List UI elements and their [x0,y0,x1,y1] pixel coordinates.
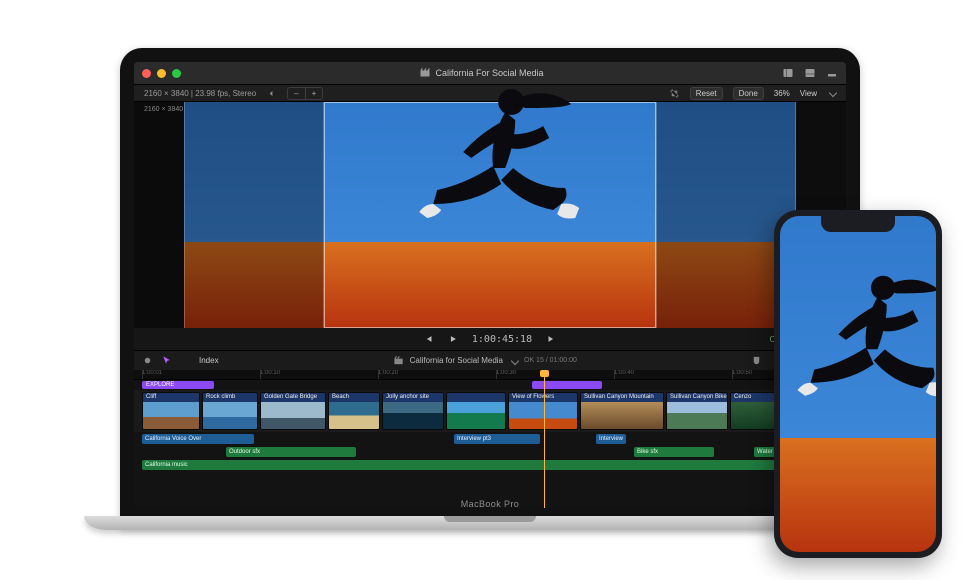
done-button[interactable]: Done [733,87,764,100]
clip-label: Rock climb [203,393,257,402]
ruler-label: 1:00:10 [260,370,280,376]
audio-track-dialogue[interactable]: California Voice Over Interview pt3 Interv… [134,433,846,445]
snapping-icon[interactable] [751,355,762,366]
audio-track-music[interactable]: California music [134,459,846,471]
clip-label: Sullivan Canyon Bike 360 [667,393,727,402]
crop-icon[interactable] [669,88,680,99]
fullscreen-icon[interactable] [172,69,181,78]
ruler-label: 1:00:40 [614,370,634,376]
canvas[interactable] [184,102,796,328]
ruler-label: 1:00:01 [142,370,162,376]
runner-figure [780,264,936,441]
audio-clip[interactable]: Interview pt3 [454,434,540,444]
viewer: 2160 × 3840 | 23.98 fps, Stereo [134,102,846,328]
video-clip[interactable]: Golden Gate Bridge [260,392,326,430]
audio-clip[interactable]: Interview pt5 [596,434,626,444]
video-clip[interactable]: Rock climb [202,392,258,430]
iphone-notch [821,216,895,232]
timecode: 1:00:45:18 [472,334,532,345]
macbook-frame: California For Social Media 2160 × 3840 … [120,48,860,528]
minimize-icon[interactable] [157,69,166,78]
transport-bar: 1:00:45:18 OK 15 / 01:00:00 [134,328,846,350]
viewer-left-gutter [134,102,184,328]
app-window: California For Social Media 2160 × 3840 … [134,62,846,508]
runner-figure [393,76,613,266]
next-frame-icon[interactable] [546,334,556,344]
title-clip[interactable]: EXPLORE CALIFORNIA [142,381,214,389]
clip-label: Sullivan Canyon Mountain [581,393,663,402]
chevron-down-icon [511,356,519,364]
record-vo-icon[interactable] [142,355,153,366]
crop-mask-left [184,102,324,328]
clapboard-icon [393,355,404,366]
video-clip[interactable] [446,392,506,430]
video-clip[interactable]: Beach [328,392,380,430]
clip-label: Jolly anchor site [383,393,443,402]
video-clip[interactable]: Cliff [142,392,200,430]
timeline-project-name: California for Social Media [410,356,503,365]
ruler[interactable]: 1:00:01 1:00:10 1:00:20 1:00:30 1:00:40 1:00:… [134,370,846,380]
view-menu[interactable]: View [800,89,817,98]
index-button[interactable]: Index [199,356,219,365]
clip-label: Beach [329,393,379,402]
macbook-label: MacBook Pro [461,499,519,509]
timeline-toggle-icon[interactable] [804,67,816,79]
ruler-label: 1:00:20 [378,370,398,376]
audio-track-sfx[interactable]: Outdoor sfxBike sfxWater sfx [134,446,846,458]
video-clip[interactable]: Jolly anchor site [382,392,444,430]
iphone-frame [774,210,942,558]
clip-toggle-group[interactable]: –+ [287,87,323,100]
video-track[interactable]: Cliff Rock climb Golden Gate Bridge Beach Jo… [134,390,846,432]
zoom-percent[interactable]: 36% [774,89,790,98]
timeline-title[interactable]: California for Social Media OK 15 / 01:0… [393,355,577,366]
timeline[interactable]: 1:00:01 1:00:10 1:00:20 1:00:30 1:00:40 1:00:… [134,370,846,508]
play-icon[interactable] [448,334,458,344]
ruler-label: 1:00:30 [496,370,516,376]
clip-label [447,393,505,402]
audio-clip[interactable]: California Voice Over [142,434,254,444]
audio-clip[interactable]: Outdoor sfx [226,447,356,457]
chevron-down-icon [829,89,837,97]
timeline-stats: OK 15 / 01:00:00 [524,357,577,364]
clip-label: Cliff [143,393,199,402]
timeline-toolbar: Index California for Social Media OK 15 … [134,350,846,370]
video-clip[interactable]: View of Flowers [508,392,578,430]
arrow-tool-icon[interactable] [161,355,172,366]
close-icon[interactable] [142,69,151,78]
video-clip[interactable]: Sullivan Canyon Bike 360 [666,392,728,430]
trim-tool-icon[interactable] [180,355,191,366]
arrow-back-icon[interactable] [266,88,277,99]
playhead[interactable] [544,370,545,508]
share-icon[interactable] [826,67,838,79]
reset-button[interactable]: Reset [690,87,723,100]
titles-track[interactable]: EXPLORE CALIFORNIA [134,380,846,390]
audio-clip[interactable]: Bike sfx [634,447,714,457]
clip-label: Golden Gate Bridge [261,393,325,402]
prev-frame-icon[interactable] [424,334,434,344]
video-clip[interactable]: Sullivan Canyon Mountain [580,392,664,430]
library-toggle-icon[interactable] [782,67,794,79]
ruler-label: 1:00:50 [732,370,752,376]
audio-clip[interactable]: California music [142,460,838,470]
clip-media-info: 2160 × 3840 | 23.98 fps, Stereo [144,89,256,98]
clip-label: View of Flowers [509,393,577,402]
title-clip[interactable] [532,381,602,389]
iphone-screen [780,216,936,552]
